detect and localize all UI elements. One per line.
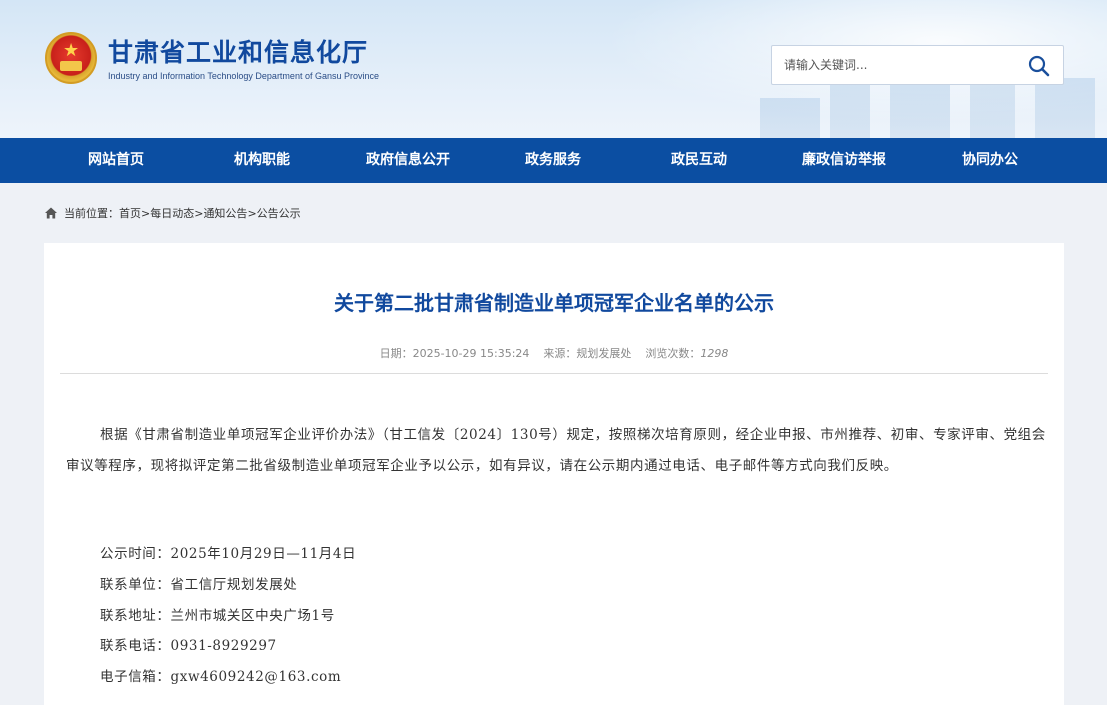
nav-gov-info[interactable]: 政府信息公开	[348, 138, 468, 183]
site-subtitle: Industry and Information Technology Depa…	[108, 71, 379, 81]
nav-institution[interactable]: 机构职能	[212, 138, 312, 183]
breadcrumb-separator: >	[141, 206, 151, 220]
breadcrumb-announce-link[interactable]: 公告公示	[257, 205, 301, 221]
article-card: 关于第二批甘肃省制造业单项冠军企业名单的公示 日期：2025-10-29 15:…	[44, 243, 1064, 705]
header-decoration	[760, 98, 820, 138]
info-phone: 联系电话：0931-8929297	[100, 638, 277, 654]
article-date: 日期：2025-10-29 15:35:24	[379, 347, 530, 360]
article-title: 关于第二批甘肃省制造业单项冠军企业名单的公示	[334, 291, 774, 315]
info-email: 电子信箱：gxw4609242@163.com	[100, 669, 342, 685]
nav-report[interactable]: 廉政信访举报	[784, 138, 904, 183]
search-input[interactable]	[772, 46, 1022, 84]
article-views-label: 浏览次数：	[645, 347, 701, 360]
info-unit: 联系单位：省工信厅规划发展处	[100, 577, 298, 593]
search-box	[771, 45, 1064, 85]
header-decoration	[1035, 78, 1095, 138]
breadcrumb-home-link[interactable]: 首页	[119, 205, 141, 221]
article-meta: 日期：2025-10-29 15:35:24 来源：规划发展处 浏览次数：129…	[44, 345, 1064, 361]
national-emblem-icon[interactable]: ★	[45, 32, 97, 84]
breadcrumb: 当前位置： 首页 > 每日动态 > 通知公告 > 公告公示	[44, 204, 301, 222]
breadcrumb-prefix: 当前位置：	[64, 207, 119, 220]
nav-office[interactable]: 协同办公	[940, 138, 1040, 183]
info-period: 公示时间：2025年10月29日—11月4日	[100, 546, 357, 562]
breadcrumb-notice-link[interactable]: 通知公告	[203, 205, 247, 221]
breadcrumb-daily-link[interactable]: 每日动态	[150, 205, 194, 221]
breadcrumb-separator: >	[194, 206, 204, 220]
info-address: 联系地址：兰州市城关区中央广场1号	[100, 608, 335, 624]
nav-interaction[interactable]: 政民互动	[649, 138, 749, 183]
site-title[interactable]: 甘肃省工业和信息化厅	[108, 33, 368, 69]
article-source: 来源：规划发展处	[543, 347, 632, 360]
main-nav: 网站首页 机构职能 政府信息公开 政务服务 政民互动 廉政信访举报 协同办公	[0, 138, 1107, 183]
site-header: ★ 甘肃省工业和信息化厅 Industry and Information Te…	[0, 0, 1107, 138]
search-icon[interactable]	[1027, 54, 1051, 78]
header-decoration	[890, 83, 950, 138]
divider	[60, 373, 1048, 374]
nav-home[interactable]: 网站首页	[66, 138, 166, 183]
article-views-count: 1298	[700, 347, 729, 360]
home-icon	[45, 207, 57, 219]
article-body: 根据《甘肃省制造业单项冠军企业评价办法》（甘工信发〔2024〕130号）规定，按…	[66, 427, 1046, 474]
nav-gov-services[interactable]: 政务服务	[503, 138, 603, 183]
breadcrumb-separator: >	[247, 206, 257, 220]
